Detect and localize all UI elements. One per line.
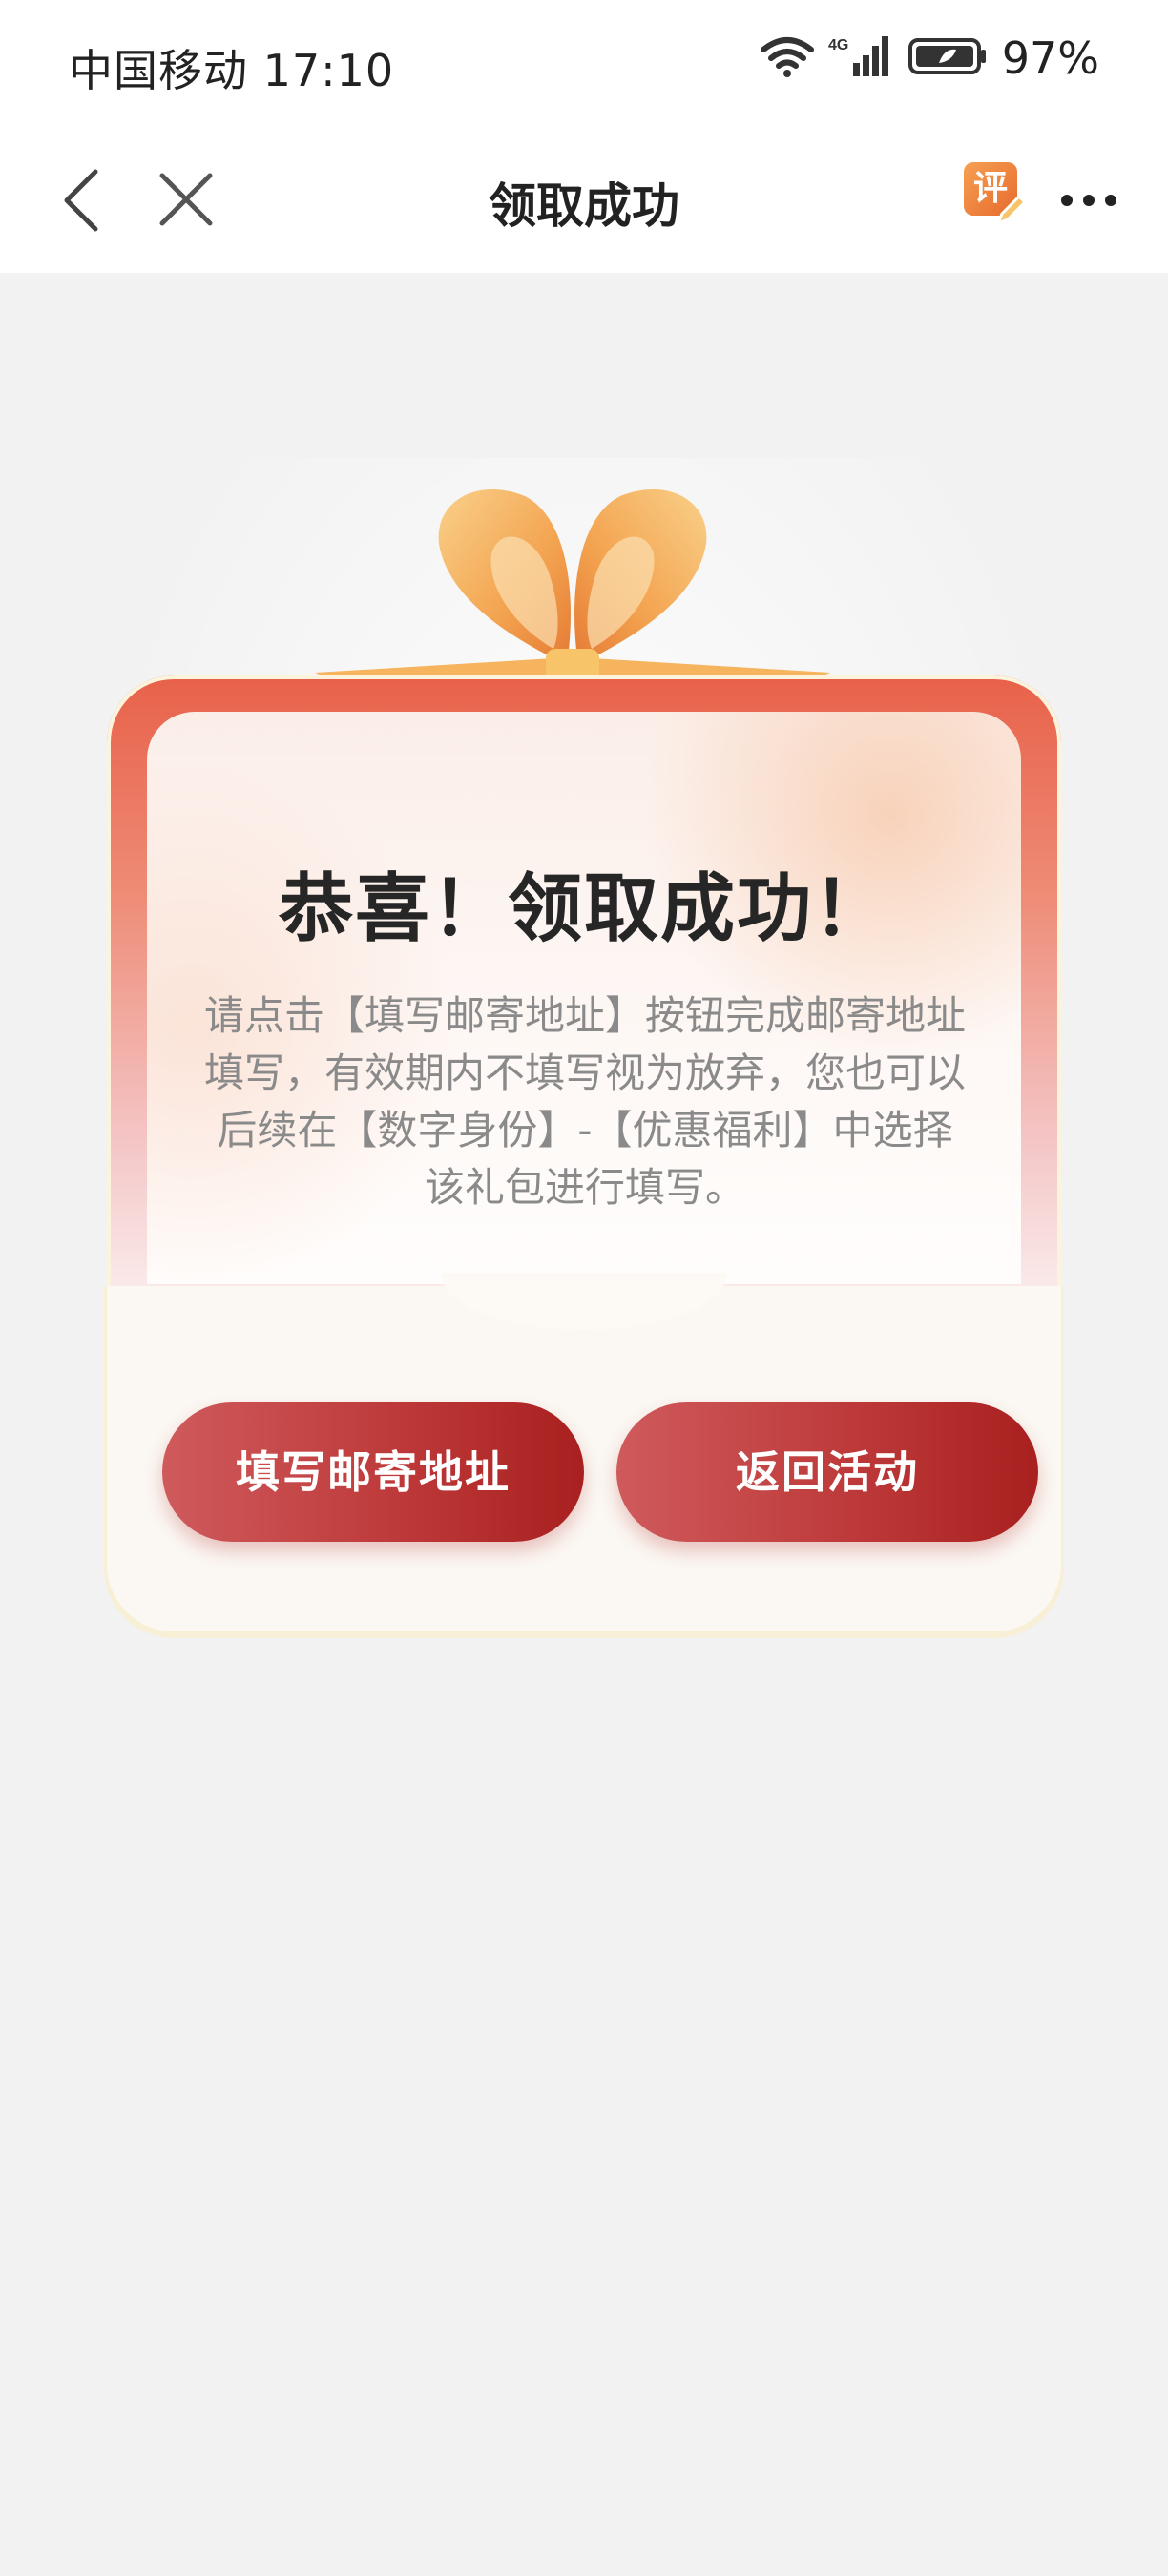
gift-card: 恭喜！领取成功！ 请点击【填写邮寄地址】按钮完成邮寄地址填写，有效期内不填写视为… [76, 458, 1092, 1651]
carrier-time: 中国移动 17:10 [69, 45, 395, 96]
more-dots-icon [1061, 195, 1116, 206]
status-icons: 4G 97% [760, 32, 1099, 84]
battery-icon [907, 34, 989, 82]
success-description: 请点击【填写邮寄地址】按钮完成邮寄地址填写，有效期内不填写视为放弃，您也可以后续… [203, 992, 966, 1211]
more-button[interactable] [1055, 172, 1122, 229]
fill-address-button[interactable]: 填写邮寄地址 [162, 1402, 584, 1542]
pencil-icon [995, 194, 1028, 226]
battery-percent: 97% [1001, 32, 1099, 84]
rate-button[interactable]: 评 [964, 162, 1028, 226]
signal-icon: 4G [828, 34, 895, 82]
status-bar: 中国移动 17:10 4G 97% [0, 0, 1168, 134]
ribbon-bow-icon [315, 489, 830, 701]
return-activity-button[interactable]: 返回活动 [616, 1402, 1038, 1542]
network-label: 4G [828, 37, 848, 53]
nav-bar: 领取成功 评 [0, 134, 1168, 273]
wifi-icon [760, 34, 815, 82]
success-title: 恭喜！领取成功！ [278, 866, 889, 952]
